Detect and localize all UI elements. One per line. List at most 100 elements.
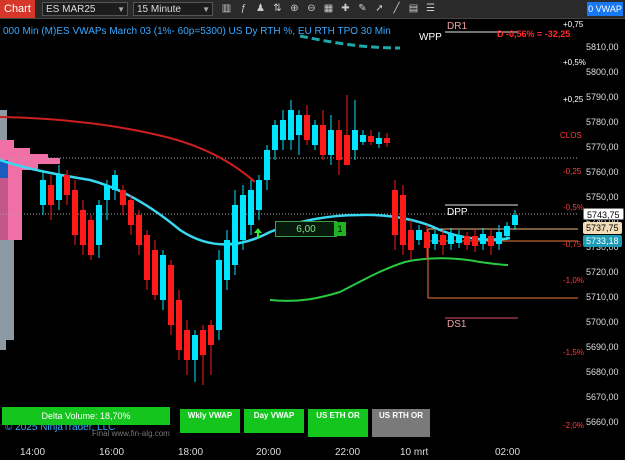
us-eth-or-button[interactable]: US ETH OR xyxy=(308,409,368,437)
pct-label: +0,25 xyxy=(563,95,584,104)
candle-body xyxy=(192,335,198,360)
candle-body xyxy=(112,175,118,190)
candle-body xyxy=(280,120,286,140)
candle-body xyxy=(504,226,510,236)
ds1-label: DS1 xyxy=(447,319,467,330)
eth-vwap-line xyxy=(269,257,509,302)
price-tag-orange: 5737,75 xyxy=(583,222,622,234)
time-label: 14:00 xyxy=(20,447,46,458)
pct-label: -0,75 xyxy=(563,240,582,249)
candle-body xyxy=(56,175,62,200)
pct-label: -1,5% xyxy=(563,348,584,357)
dpp-label: DPP xyxy=(447,207,468,218)
delta-volume-button[interactable]: Delta Volume: 18,70% xyxy=(2,407,170,425)
candle-body xyxy=(376,138,382,144)
price-axis-label: 5700,00 xyxy=(586,317,619,327)
candle-body xyxy=(496,232,502,244)
time-label: 18:00 xyxy=(178,447,204,458)
time-label: 20:00 xyxy=(256,447,282,458)
time-label: 22:00 xyxy=(335,447,361,458)
dr1-label: DR1 xyxy=(447,21,468,32)
us-rth-or-button[interactable]: US RTH OR xyxy=(372,409,430,437)
weekly-vwap-line xyxy=(0,116,256,183)
volume-profile xyxy=(0,110,60,350)
day-vwap-button[interactable]: Day VWAP xyxy=(244,409,304,433)
price-axis-label: 5750,00 xyxy=(586,192,619,202)
watermark-text: Final www.fin-alg.com xyxy=(92,429,170,438)
price-axis-label: 5720,00 xyxy=(586,267,619,277)
candle-body xyxy=(400,195,406,245)
wpp-label: WPP xyxy=(419,32,442,43)
price-axis-label: 5790,00 xyxy=(586,92,619,102)
candle-body xyxy=(352,130,358,150)
candle-body xyxy=(336,130,342,160)
candle-body xyxy=(256,180,262,210)
candle-body xyxy=(40,180,46,205)
candle-body xyxy=(168,265,174,325)
candle-body xyxy=(176,300,182,350)
time-label: 02:00 xyxy=(495,447,521,458)
candle-body xyxy=(128,200,134,225)
candle-body xyxy=(512,215,518,225)
us-eth-or-label: US ETH OR xyxy=(316,411,360,420)
candle-body xyxy=(160,255,166,300)
pct-label: -0,5% xyxy=(563,203,584,212)
candle-body xyxy=(440,235,446,245)
pct-label: +0,5% xyxy=(563,58,586,67)
day-vwap-label: Day VWAP xyxy=(253,411,295,420)
candle-body xyxy=(248,190,254,225)
price-axis-label: 5810,00 xyxy=(586,42,619,52)
candle-body xyxy=(488,236,494,246)
pct-label: -1,0% xyxy=(563,276,584,285)
pct-label: -2,0% xyxy=(563,421,584,430)
chart-header: 000 Min (M)ES VWAPs March 03 (1%- 60p=53… xyxy=(3,26,391,37)
candle-body xyxy=(392,190,398,235)
price-tag-vwap: 5733,18 xyxy=(583,235,622,247)
candle-body xyxy=(408,230,414,250)
candle-body xyxy=(64,175,70,195)
candle-body xyxy=(320,125,326,155)
candlesticks xyxy=(40,95,518,385)
candle-body xyxy=(232,205,238,265)
candle-body xyxy=(344,135,350,165)
price-axis-label: 5670,00 xyxy=(586,392,619,402)
range-box-value: 6,00 xyxy=(296,224,316,235)
price-axis-label: 5710,00 xyxy=(586,292,619,302)
time-label: 10 mrt xyxy=(400,447,429,458)
candle-body xyxy=(360,135,366,142)
current-price-tag: 5743,75 xyxy=(583,208,624,220)
price-axis-label: 5680,00 xyxy=(586,367,619,377)
candle-body xyxy=(208,325,214,345)
candle-body xyxy=(456,235,462,243)
candle-body xyxy=(88,220,94,255)
candle-body xyxy=(152,250,158,295)
candle-body xyxy=(216,260,222,330)
candle-body xyxy=(480,234,486,244)
pct-label: -0,25 xyxy=(563,167,582,176)
price-axis-label: 5770,00 xyxy=(586,142,619,152)
wkly-vwap-button[interactable]: Wkly VWAP xyxy=(180,409,240,433)
candle-body xyxy=(224,240,230,280)
range-box-badge: 1 xyxy=(334,222,346,236)
candle-body xyxy=(464,236,470,245)
candle-body xyxy=(144,235,150,280)
candle-body xyxy=(80,210,86,245)
candle-body xyxy=(296,115,302,135)
candle-body xyxy=(368,136,374,142)
pct-label: CLOS xyxy=(560,131,582,140)
candle-body xyxy=(48,185,54,205)
candle-body xyxy=(96,205,102,245)
candle-body xyxy=(416,230,422,240)
range-box[interactable]: 6,00 xyxy=(275,221,337,237)
candle-body xyxy=(432,234,438,244)
upper-band-line xyxy=(299,34,401,50)
candle-body xyxy=(424,232,430,248)
pct-label: +0,75 xyxy=(563,20,584,29)
price-axis-label: 5760,00 xyxy=(586,167,619,177)
wkly-vwap-label: Wkly VWAP xyxy=(187,411,233,420)
time-label: 16:00 xyxy=(99,447,125,458)
us-rth-or-label: US RTH OR xyxy=(379,411,423,420)
price-axis-label: 5780,00 xyxy=(586,117,619,127)
candle-body xyxy=(72,190,78,235)
delta-volume-label: Delta Volume: 18,70% xyxy=(41,411,131,421)
